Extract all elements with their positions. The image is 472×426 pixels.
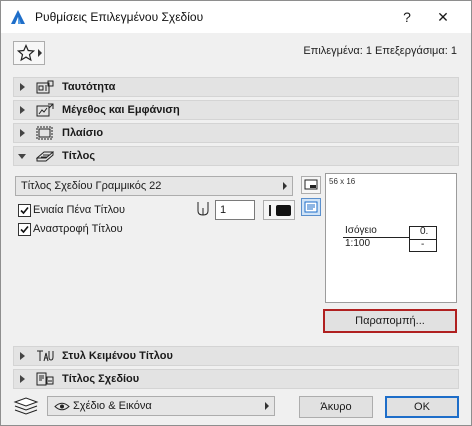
checkmark-icon <box>20 206 29 215</box>
panel-title[interactable]: Τίτλος <box>13 146 459 166</box>
pen-color-divider <box>269 205 271 216</box>
expand-arrow-icon <box>20 352 25 360</box>
expand-arrow-icon <box>20 106 25 114</box>
panel-frame-label: Πλαίσιο <box>62 127 104 139</box>
panel-size-appearance-label: Μέγεθος και Εμφάνιση <box>62 104 180 116</box>
parameters-button[interactable]: Παραπομπή... <box>323 309 457 333</box>
uniform-pen-checkbox[interactable] <box>18 204 31 217</box>
checkmark-icon <box>20 225 29 234</box>
expand-arrow-icon <box>20 83 25 91</box>
expand-arrow-icon <box>20 129 25 137</box>
panel-title-text-style[interactable]: Στυλ Κειμένου Τίτλου <box>13 346 459 366</box>
cancel-button-label: Άκυρο <box>320 401 352 413</box>
view-option-value: Σχέδιο & Εικόνα <box>73 400 152 412</box>
uniform-pen-label: Ενιαία Πένα Τίτλου <box>33 204 126 216</box>
chevron-right-icon <box>38 49 42 57</box>
panel-size-appearance[interactable]: Μέγεθος και Εμφάνιση <box>13 100 459 120</box>
frame-icon <box>36 126 53 140</box>
title-layout-icon <box>304 179 318 190</box>
preview-number-box: 0. - <box>409 226 437 252</box>
title-preview: 56 x 16 Ισόγειο 1:100 0. - <box>325 173 457 303</box>
favorites-button[interactable] <box>13 41 45 65</box>
flip-title-label: Αναστροφή Τίτλου <box>33 223 123 235</box>
dialog-window: Ρυθμίσεις Επιλεγμένου Σχεδίου ? ✕ Επιλεγ… <box>0 0 472 426</box>
archicad-app-icon <box>11 10 25 24</box>
close-button[interactable]: ✕ <box>431 7 455 27</box>
star-icon <box>17 44 35 62</box>
window-title: Ρυθμίσεις Επιλεγμένου Σχεδίου <box>35 10 204 24</box>
preview-underline <box>343 237 409 238</box>
layers-icon <box>13 397 39 415</box>
panel-title-text-style-label: Στυλ Κειμένου Τίτλου <box>62 350 173 362</box>
title-type-value: Τίτλος Σχεδίου Γραμμικός 22 <box>21 180 162 192</box>
panel-drawing-title[interactable]: Τίτλος Σχεδίου <box>13 369 459 389</box>
parameters-button-label: Παραπομπή... <box>355 315 425 327</box>
eye-icon <box>54 402 70 411</box>
preview-dash: - <box>421 239 425 250</box>
preview-number: 0. <box>420 226 429 237</box>
pen-number-value: 1 <box>220 204 227 216</box>
cancel-button[interactable]: Άκυρο <box>299 396 373 418</box>
selection-count: Επιλεγμένα: 1 Επεξεργάσιμα: 1 <box>303 45 457 57</box>
title-icon <box>36 151 54 162</box>
pen-color-swatch <box>276 205 291 216</box>
title-settings-button[interactable] <box>301 176 321 194</box>
title-type-dropdown[interactable]: Τίτλος Σχεδίου Γραμμικός 22 <box>15 176 293 196</box>
panel-identity[interactable]: Ταυτότητα <box>13 77 459 97</box>
preview-size-label: 56 x 16 <box>329 177 356 186</box>
chevron-right-icon <box>283 182 287 190</box>
size-appearance-icon <box>36 103 54 117</box>
text-lines-icon <box>304 201 318 213</box>
title-text-button[interactable] <box>301 198 321 216</box>
ok-button[interactable]: OK <box>385 396 459 418</box>
pen-color-button[interactable] <box>263 200 295 220</box>
preview-name: Ισόγειο <box>345 225 377 236</box>
chevron-right-icon <box>265 402 269 410</box>
flip-title-checkbox[interactable] <box>18 223 31 236</box>
view-option-dropdown[interactable]: Σχέδιο & Εικόνα <box>47 396 275 416</box>
panel-drawing-title-label: Τίτλος Σχεδίου <box>62 373 140 385</box>
panel-title-label: Τίτλος <box>62 150 96 162</box>
title-bar: Ρυθμίσεις Επιλεγμένου Σχεδίου ? ✕ <box>1 1 471 33</box>
pen-icon <box>197 202 209 216</box>
panel-identity-label: Ταυτότητα <box>62 81 116 93</box>
help-button[interactable]: ? <box>397 7 417 27</box>
ok-button-label: OK <box>414 401 430 413</box>
collapse-arrow-icon <box>18 154 26 159</box>
panel-frame[interactable]: Πλαίσιο <box>13 123 459 143</box>
preview-scale: 1:100 <box>345 238 371 249</box>
drawing-title-icon <box>36 372 54 386</box>
text-style-icon <box>37 350 54 362</box>
identity-icon <box>36 80 54 94</box>
expand-arrow-icon <box>20 375 25 383</box>
pen-number-input[interactable]: 1 <box>215 200 255 220</box>
